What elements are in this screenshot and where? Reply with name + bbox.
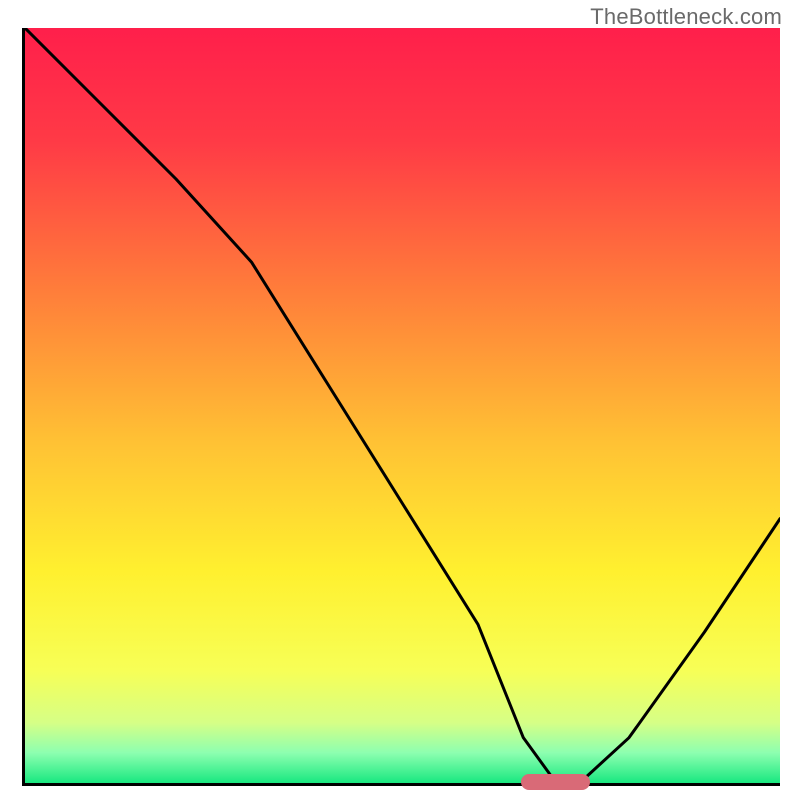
optimal-marker: [521, 774, 590, 790]
curve-line: [25, 28, 780, 783]
chart-plot-area: [22, 28, 780, 786]
watermark-text: TheBottleneck.com: [590, 4, 782, 30]
